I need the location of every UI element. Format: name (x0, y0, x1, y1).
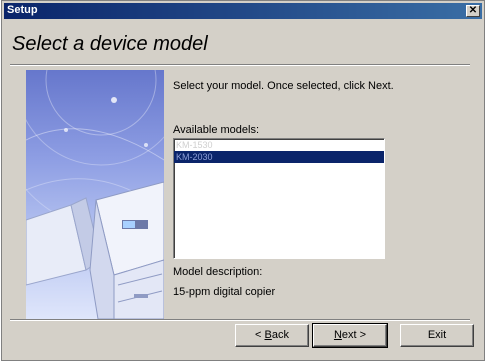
back-button-prefix: < (255, 329, 265, 341)
close-button[interactable]: ✕ (466, 5, 480, 17)
window-title: Setup (7, 4, 38, 16)
close-icon: ✕ (468, 5, 478, 16)
list-item[interactable]: KM-2030 (174, 151, 384, 163)
models-listbox[interactable]: KM-1530 KM-2030 (173, 138, 385, 259)
next-button[interactable]: Next > (312, 323, 388, 348)
back-button[interactable]: < Back (235, 324, 309, 347)
next-button-accel: N (333, 329, 342, 341)
instruction-text: Select your model. Once selected, click … (173, 80, 394, 92)
back-button-accel: B (264, 329, 272, 341)
description-value: 15-ppm digital copier (173, 286, 276, 298)
header-divider (10, 64, 470, 66)
printer-illustration (26, 70, 164, 319)
back-button-rest: ack (271, 329, 289, 341)
exit-button[interactable]: Exit (400, 324, 474, 347)
page-heading: Select a device model (12, 33, 208, 55)
title-bar[interactable]: Setup ✕ (4, 3, 482, 19)
models-label: Available models: (173, 124, 260, 136)
footer-divider (10, 319, 470, 321)
setup-dialog: Setup ✕ Select a device model Select you… (1, 0, 485, 361)
next-button-rest: ext > (341, 329, 367, 341)
list-item[interactable]: KM-1530 (174, 139, 384, 151)
description-label: Model description: (173, 266, 263, 278)
